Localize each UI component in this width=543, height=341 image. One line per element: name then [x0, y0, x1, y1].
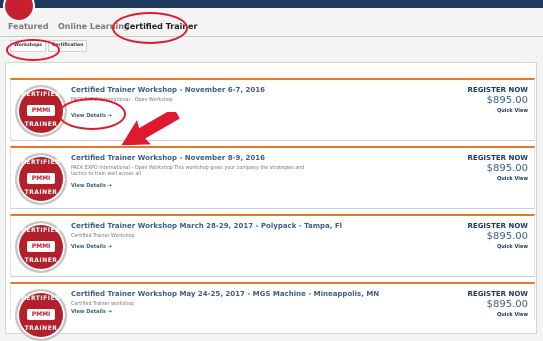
workshop-description: PACK EXPO International - Open Workshop … [71, 166, 305, 178]
register-now-button[interactable]: REGISTER NOW [468, 154, 528, 162]
quick-view-link[interactable]: Quick View [497, 108, 528, 114]
price: $895.00 [486, 299, 528, 310]
badge-bottom-text: TRAINER [24, 121, 58, 128]
annotation-circle [58, 98, 126, 130]
workshop-title[interactable]: Certified Trainer Workshop - November 6-… [71, 86, 265, 94]
badge-top-text: CERTIFIED [21, 159, 61, 166]
badge-top-text: CERTIFIED [21, 227, 61, 234]
register-now-button[interactable]: REGISTER NOW [468, 86, 528, 94]
certified-trainer-badge-icon: CERTIFIED PMMI TRAINER [15, 289, 67, 341]
workshop-title[interactable]: Certified Trainer Workshop March 28-29, … [71, 222, 342, 230]
badge-middle-text: PMMI [27, 105, 55, 116]
arrow-right-icon: ➜ [107, 309, 112, 315]
certified-trainer-badge-icon: CERTIFIED PMMI TRAINER [15, 221, 67, 273]
quick-view-link[interactable]: Quick View [497, 312, 528, 318]
arrow-right-icon: ➜ [107, 244, 112, 250]
badge-top-text: CERTIFIED [21, 91, 61, 98]
quick-view-link[interactable]: Quick View [497, 244, 528, 250]
workshop-card: CERTIFIED PMMI TRAINER Certified Trainer… [10, 214, 535, 277]
tabs: Featured Online Learning Certified Train… [0, 14, 543, 37]
tab-featured[interactable]: Featured [8, 18, 49, 36]
badge-middle-text: PMMI [27, 241, 55, 252]
workshop-description: Certified Trainer workshop [71, 302, 135, 307]
view-details-link[interactable]: View Details ➜ [71, 244, 112, 250]
annotation-arrow-icon [121, 112, 180, 146]
badge-bottom-text: TRAINER [24, 325, 58, 332]
view-details-label: View Details [71, 244, 106, 250]
workshop-card: CERTIFIED PMMI TRAINER Certified Trainer… [10, 146, 535, 209]
certified-trainer-badge-icon: CERTIFIED PMMI TRAINER [15, 153, 67, 205]
price: $895.00 [486, 231, 528, 242]
register-now-button[interactable]: REGISTER NOW [468, 290, 528, 298]
price: $895.00 [486, 163, 528, 174]
badge-bottom-text: TRAINER [24, 257, 58, 264]
annotation-circle [6, 39, 60, 61]
quick-view-link[interactable]: Quick View [497, 176, 528, 182]
annotation-circle [112, 12, 188, 44]
view-details-link[interactable]: View Details ➜ [71, 183, 112, 189]
workshop-title[interactable]: Certified Trainer Workshop May 24-25, 20… [71, 290, 379, 298]
badge-middle-text: PMMI [27, 309, 55, 320]
workshop-description: Certified Trainer Workshop [71, 234, 135, 239]
view-details-link[interactable]: View Details ➜ [71, 309, 112, 315]
workshop-card: CERTIFIED PMMI TRAINER Certified Trainer… [10, 282, 535, 341]
badge-top-text: CERTIFIED [21, 295, 61, 302]
register-now-button[interactable]: REGISTER NOW [468, 222, 528, 230]
view-details-label: View Details [71, 309, 106, 315]
view-details-label: View Details [71, 183, 106, 189]
top-navigation-bar [0, 0, 543, 8]
badge-middle-text: PMMI [27, 173, 55, 184]
arrow-right-icon: ➜ [107, 183, 112, 189]
badge-bottom-text: TRAINER [24, 189, 58, 196]
price: $895.00 [486, 95, 528, 106]
